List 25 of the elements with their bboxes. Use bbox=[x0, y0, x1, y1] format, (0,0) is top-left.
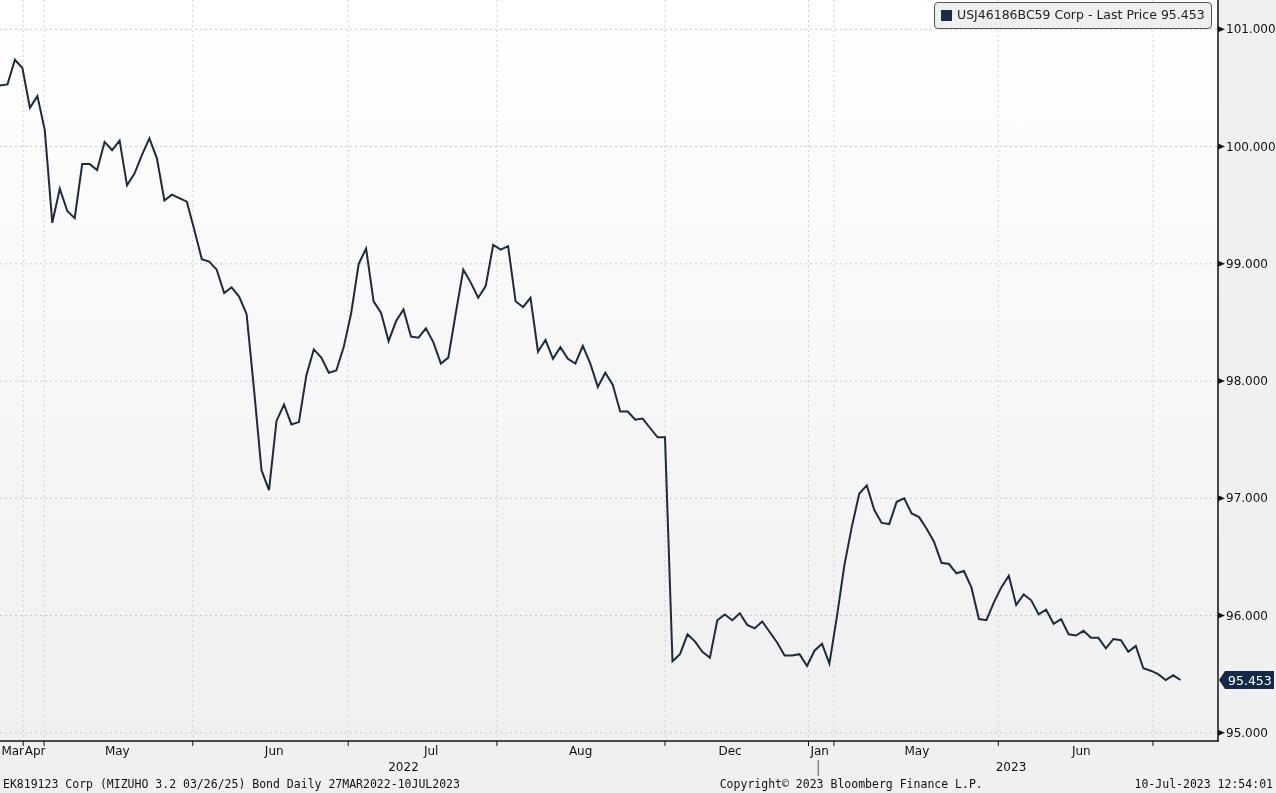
timestamp: 10-Jul-2023 12:54:01 bbox=[1134, 776, 1273, 793]
x-axis-label: May bbox=[104, 744, 130, 758]
security-description: EK819123 Corp (MIZUHO 3.2 03/26/25) Bond Daily 27MAR2022-10JUL2023 bbox=[3, 776, 460, 793]
x-axis-label: Mar bbox=[1, 744, 24, 758]
x-axis-label: Jan bbox=[810, 744, 829, 758]
y-axis-label: 95.000 bbox=[1226, 725, 1268, 740]
year-label: 2023 bbox=[995, 760, 1027, 774]
copyright-notice: Copyright© 2023 Bloomberg Finance L.P. bbox=[719, 776, 983, 793]
y-axis-label: 97.000 bbox=[1226, 491, 1268, 506]
legend-swatch bbox=[941, 9, 952, 21]
y-axis-label: 99.000 bbox=[1226, 256, 1268, 271]
y-axis-label: 100.000 bbox=[1226, 139, 1276, 154]
legend-label: USJ46186BC59 Corp - Last Price 95.453 bbox=[957, 6, 1205, 24]
x-axis-label: Apr bbox=[24, 744, 46, 758]
y-axis-label: 96.000 bbox=[1226, 608, 1268, 623]
year-label: 2022 bbox=[388, 760, 419, 774]
x-axis-label: Jun bbox=[1071, 744, 1091, 758]
x-axis-label: Dec bbox=[718, 744, 742, 758]
x-axis-label: Jul bbox=[423, 744, 439, 758]
x-axis-label: Jun bbox=[264, 744, 284, 758]
last-price-tag: 95.453 bbox=[1219, 671, 1274, 690]
x-axis-label: May bbox=[904, 744, 930, 758]
x-axis-label: Aug bbox=[568, 744, 593, 758]
y-axis-label: 98.000 bbox=[1226, 374, 1268, 389]
y-axis-label: 101.000 bbox=[1226, 22, 1276, 37]
